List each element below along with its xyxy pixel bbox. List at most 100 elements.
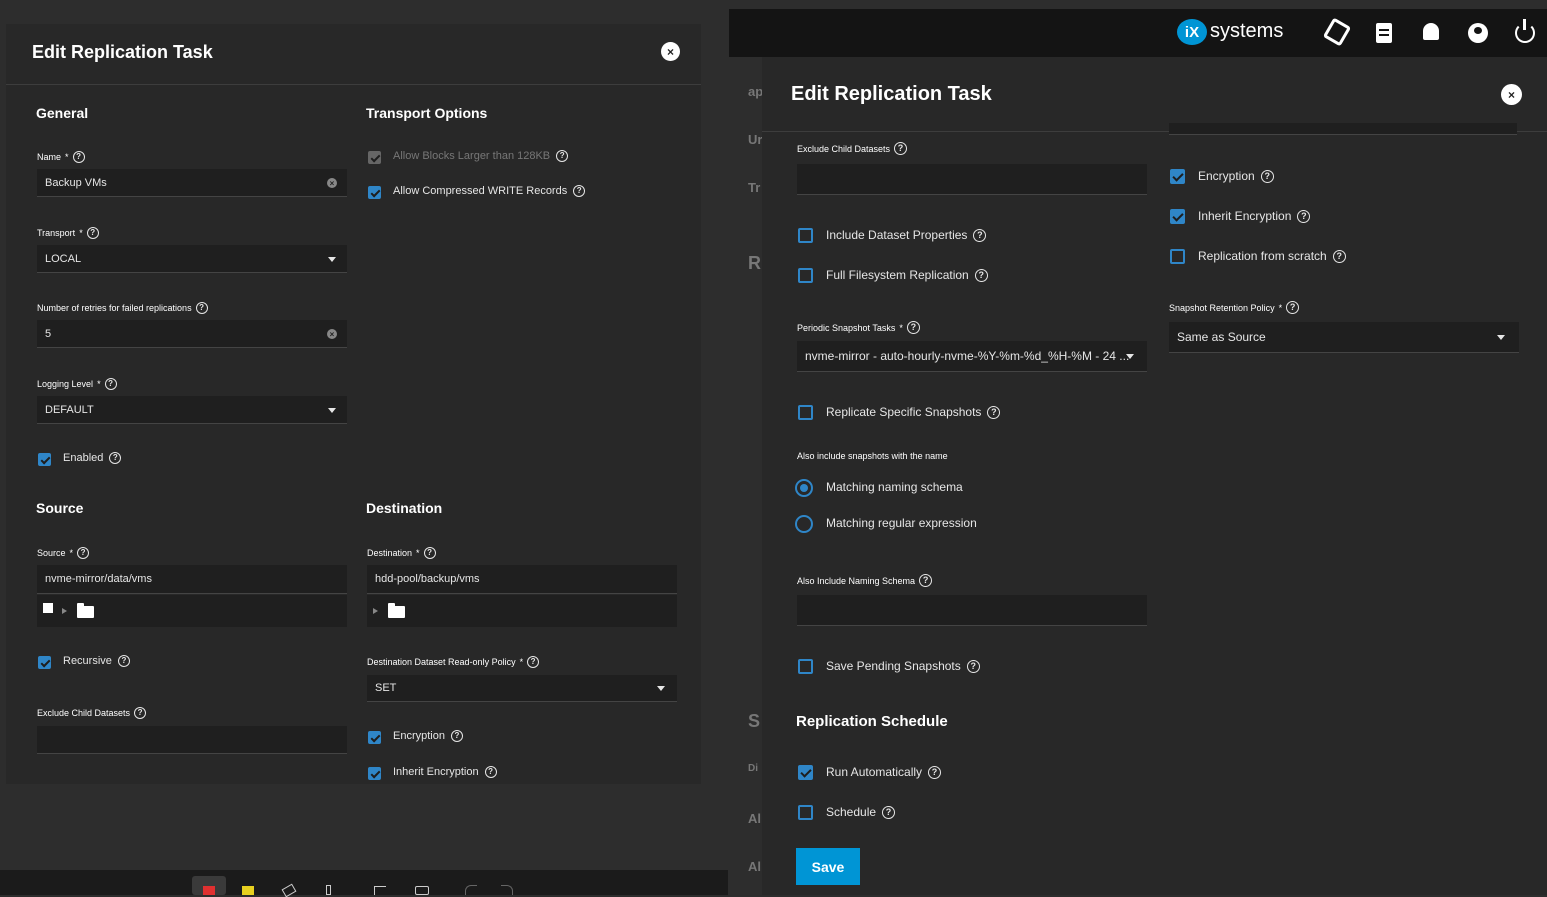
naming-schema-input[interactable] xyxy=(797,595,1147,626)
power-icon[interactable] xyxy=(1515,19,1535,43)
help-icon[interactable]: ? xyxy=(77,547,90,559)
compressed-label-text: Allow Compressed WRITE Records xyxy=(393,185,568,197)
retention-select[interactable]: Same as Source xyxy=(1169,322,1519,353)
dest-input[interactable]: hdd-pool/backup/vms xyxy=(367,565,677,594)
clear-icon[interactable]: × xyxy=(327,329,337,339)
destination-heading: Destination xyxy=(366,500,443,516)
inherit-encryption-checkbox[interactable] xyxy=(368,767,381,780)
truecommand-icon[interactable] xyxy=(1322,17,1352,47)
radio-naming-schema[interactable] xyxy=(795,479,813,497)
clear-icon[interactable]: × xyxy=(327,178,337,188)
help-icon[interactable]: ? xyxy=(556,150,569,162)
bg-fragment: Tr xyxy=(748,180,761,195)
folder-icon[interactable] xyxy=(77,603,94,618)
help-icon[interactable]: ? xyxy=(423,547,436,559)
compressed-checkbox[interactable] xyxy=(368,186,381,199)
replicate-specific-checkbox[interactable] xyxy=(798,405,813,420)
right-dialog: Edit Replication Task × Exclude Child Da… xyxy=(762,57,1547,895)
full-fs-checkbox[interactable] xyxy=(798,268,813,283)
pen-icon[interactable] xyxy=(326,885,331,895)
annotation-toolbar xyxy=(0,870,728,897)
save-pending-checkbox[interactable] xyxy=(798,659,813,674)
help-icon[interactable]: ? xyxy=(919,574,933,587)
help-icon[interactable]: ? xyxy=(195,302,208,314)
tree-checkbox[interactable] xyxy=(43,603,53,613)
left-close-button[interactable]: × xyxy=(661,42,680,61)
chevron-down-icon[interactable] xyxy=(1497,335,1505,340)
undo-icon[interactable] xyxy=(465,885,477,895)
save-button[interactable]: Save xyxy=(796,848,860,885)
readonly-label-text: Destination Dataset Read-only Policy xyxy=(367,657,516,667)
run-auto-checkbox[interactable] xyxy=(798,765,813,780)
help-icon[interactable]: ? xyxy=(104,378,117,390)
help-icon[interactable]: ? xyxy=(134,707,147,719)
tasks-icon[interactable] xyxy=(1376,23,1392,43)
help-icon[interactable]: ? xyxy=(484,766,497,778)
encryption-checkbox[interactable] xyxy=(1170,169,1185,184)
redo-icon[interactable] xyxy=(501,885,513,895)
help-icon[interactable]: ? xyxy=(987,405,1001,419)
recursive-checkbox[interactable] xyxy=(38,656,51,669)
account-icon[interactable] xyxy=(1468,23,1488,43)
help-icon[interactable]: ? xyxy=(973,228,987,242)
help-icon[interactable]: ? xyxy=(1260,169,1274,183)
readonly-label: Destination Dataset Read-only Policy * ? xyxy=(367,656,540,668)
enabled-checkbox[interactable] xyxy=(38,453,51,466)
scratch-label-text: Replication from scratch xyxy=(1198,249,1327,263)
replicate-specific-label: Replicate Specific Snapshots ? xyxy=(826,405,1001,419)
help-icon[interactable]: ? xyxy=(72,151,85,163)
large-blocks-checkbox[interactable] xyxy=(368,151,381,164)
help-icon[interactable]: ? xyxy=(974,268,988,282)
bell-icon[interactable] xyxy=(1423,23,1439,40)
crop-icon[interactable] xyxy=(374,886,386,895)
help-icon[interactable]: ? xyxy=(966,659,980,673)
radio-regex[interactable] xyxy=(795,515,813,533)
exclude-label: Exclude Child Datasets ? xyxy=(797,142,908,155)
help-icon[interactable]: ? xyxy=(117,655,130,667)
transport-select[interactable]: LOCAL xyxy=(37,245,347,273)
encryption-label-text: Encryption xyxy=(393,730,445,742)
folder-icon[interactable] xyxy=(388,603,405,618)
marker-icon[interactable] xyxy=(192,876,226,895)
help-icon[interactable]: ? xyxy=(894,142,908,155)
right-close-button[interactable]: × xyxy=(1501,84,1522,105)
schedule-checkbox[interactable] xyxy=(798,805,813,820)
help-icon[interactable]: ? xyxy=(450,730,463,742)
chevron-down-icon[interactable] xyxy=(1126,354,1134,359)
periodic-select[interactable]: nvme-mirror - auto-hourly-nvme-%Y-%m-%d_… xyxy=(797,341,1147,372)
help-icon[interactable]: ? xyxy=(573,185,586,197)
tree-expand-icon[interactable] xyxy=(62,608,67,614)
bg-fragment: Ur xyxy=(748,132,763,147)
help-icon[interactable]: ? xyxy=(109,452,122,464)
exclude-input[interactable] xyxy=(797,164,1147,195)
help-icon[interactable]: ? xyxy=(1286,301,1300,314)
help-icon[interactable]: ? xyxy=(86,227,99,239)
help-icon[interactable]: ? xyxy=(1332,249,1346,263)
help-icon[interactable]: ? xyxy=(1297,209,1311,223)
help-icon[interactable]: ? xyxy=(527,656,540,668)
include-props-checkbox[interactable] xyxy=(798,228,813,243)
chevron-down-icon[interactable] xyxy=(328,408,336,413)
name-input[interactable]: Backup VMs xyxy=(37,169,347,197)
inherit-encryption-checkbox[interactable] xyxy=(1170,209,1185,224)
readonly-select[interactable]: SET xyxy=(367,675,677,702)
chevron-down-icon[interactable] xyxy=(657,686,665,691)
run-auto-label: Run Automatically ? xyxy=(826,765,942,779)
logging-select[interactable]: DEFAULT xyxy=(37,396,347,424)
exclude-input[interactable] xyxy=(37,726,347,754)
help-icon[interactable]: ? xyxy=(906,321,920,334)
text-icon[interactable] xyxy=(415,886,429,895)
scratch-checkbox[interactable] xyxy=(1170,249,1185,264)
encryption-checkbox[interactable] xyxy=(368,731,381,744)
chevron-down-icon[interactable] xyxy=(328,257,336,262)
help-icon[interactable]: ? xyxy=(928,765,942,779)
help-icon[interactable]: ? xyxy=(882,805,896,819)
tree-expand-icon[interactable] xyxy=(373,608,378,614)
radio-naming-label: Matching naming schema xyxy=(826,480,963,494)
highlighter-icon[interactable] xyxy=(242,886,254,895)
source-input[interactable]: nvme-mirror/data/vms xyxy=(37,565,347,594)
retention-label-text: Snapshot Retention Policy xyxy=(1169,302,1275,313)
retries-input[interactable]: 5 xyxy=(37,320,347,348)
encryption-label: Encryption ? xyxy=(1198,169,1274,183)
full-fs-label: Full Filesystem Replication ? xyxy=(826,268,988,282)
